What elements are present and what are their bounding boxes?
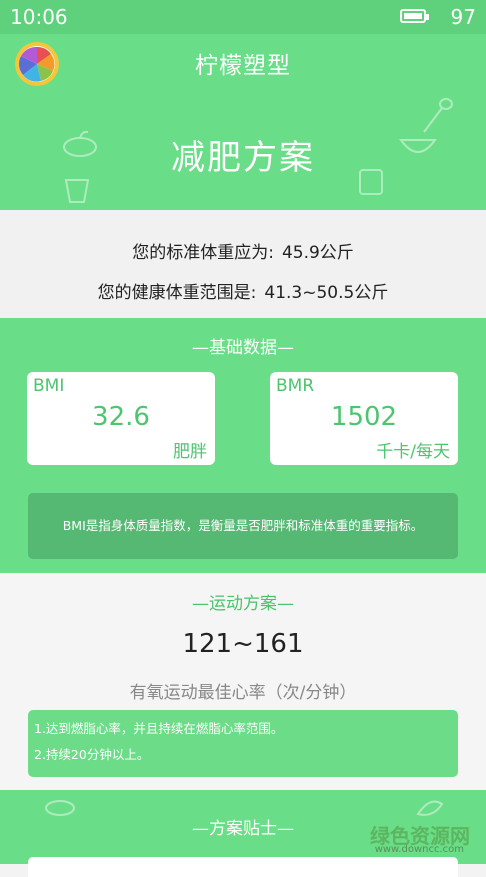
bmi-card: BMI 32.6 肥胖 xyxy=(27,372,215,465)
heart-rate-label: 有氧运动最佳心率（次/分钟） xyxy=(129,683,357,703)
exercise-tip-item: 2.持续20分钟以上。 xyxy=(34,747,150,762)
bmi-label: BMI xyxy=(33,376,65,396)
standard-weight-value: 45.9公斤 xyxy=(281,243,354,263)
standard-weight-row: 您的标准体重应为: 45.9公斤 xyxy=(0,238,486,263)
battery-percent: 97 xyxy=(450,5,476,29)
exercise-title: —运动方案— xyxy=(192,594,294,614)
bmr-unit: 千卡/每天 xyxy=(376,442,450,462)
bmr-card: BMR 1502 千卡/每天 xyxy=(270,372,458,465)
bmr-value: 1502 xyxy=(330,402,398,432)
cup-doodle-icon xyxy=(64,179,90,203)
bmi-value: 32.6 xyxy=(92,402,150,432)
heart-rate-value: 121~161 xyxy=(182,629,304,659)
clock: 10:06 xyxy=(10,5,68,29)
header: 柠檬塑型 减肥方案 xyxy=(0,34,486,210)
bmi-note: BMI是指身体质量指数，是衡量是否肥胖和标准体重的重要指标。 xyxy=(28,493,458,559)
basic-data-section: —基础数据— BMI 32.6 肥胖 BMR 1502 千卡/每天 BMI是指身… xyxy=(0,318,486,573)
weight-section: 您的标准体重应为: 45.9公斤 您的健康体重范围是: 41.3~50.5公斤 xyxy=(0,210,486,318)
watermark-url: www.downcc.com xyxy=(374,844,464,855)
fruit-doodle-icon xyxy=(63,130,97,157)
app-title: 柠檬塑型 xyxy=(195,53,291,79)
status-bar: 10:06 97 xyxy=(0,0,486,34)
jar-doodle-icon xyxy=(359,169,383,195)
bmi-status: 肥胖 xyxy=(173,442,207,462)
exercise-tip-item: 1.达到燃脂心率，并且持续在燃脂心率范围。 xyxy=(34,721,284,736)
battery-icon xyxy=(400,9,429,23)
plan-tips-section: —方案贴士— 绿色资源网 www.downcc.com xyxy=(0,790,486,877)
bowl-doodle-icon xyxy=(399,139,437,153)
healthy-weight-row: 您的健康体重范围是: 41.3~50.5公斤 xyxy=(0,278,486,303)
spoon-doodle-icon xyxy=(423,98,453,133)
exercise-tips: 1.达到燃脂心率，并且持续在燃脂心率范围。 2.持续20分钟以上。 xyxy=(28,710,458,777)
basic-data-title: —基础数据— xyxy=(192,338,294,358)
bmr-label: BMR xyxy=(276,376,315,396)
healthy-weight-label: 您的健康体重范围是: xyxy=(97,283,257,303)
exercise-section: —运动方案— 121~161 有氧运动最佳心率（次/分钟） 1.达到燃脂心率，并… xyxy=(0,573,486,790)
healthy-weight-value: 41.3~50.5公斤 xyxy=(264,283,389,303)
plan-tips-card xyxy=(28,857,458,877)
standard-weight-label: 您的标准体重应为: xyxy=(132,243,274,263)
